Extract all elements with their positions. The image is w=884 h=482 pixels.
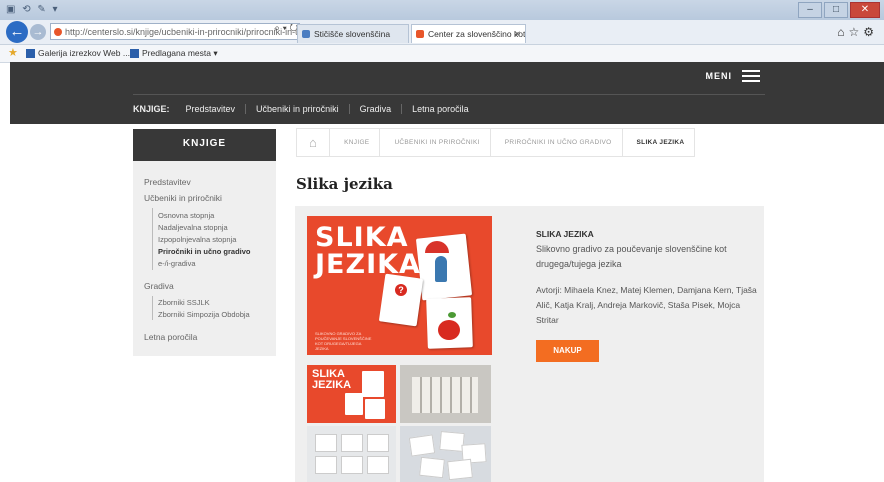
mini-card — [367, 434, 389, 452]
sidebar: Predstavitev Učbeniki in priročniki Osno… — [133, 161, 276, 356]
favorites-star-icon[interactable]: ★ — [8, 45, 18, 62]
sidebar-subitem-zborniki-obdobja[interactable]: Zborniki Simpozija Obdobja — [158, 310, 250, 319]
subnav-item-letna-porocila[interactable]: Letna poročila — [402, 104, 479, 114]
thumb-title-line: JEZIKA — [312, 379, 352, 391]
mini-card — [341, 456, 363, 474]
favorite-icon — [26, 49, 35, 59]
apple-illustration — [438, 320, 460, 340]
thumbnail-cover[interactable]: SLIKA JEZIKA — [307, 365, 396, 423]
mini-card — [367, 456, 389, 474]
navigation-bar: ← → http://centerslo.si/knjige/ucbeniki-… — [0, 20, 884, 45]
favorite-link[interactable]: Galerija izrezkov Web ... ▾ — [26, 45, 137, 62]
mini-card — [408, 434, 436, 457]
close-window-icon[interactable]: ✕ — [850, 2, 880, 18]
breadcrumb-item[interactable]: KNJIGE — [329, 128, 380, 157]
favorite-icon — [130, 49, 139, 59]
page-title: Slika jezika — [296, 175, 393, 193]
thumb-card — [362, 371, 384, 397]
mini-card — [315, 456, 337, 474]
book-cover-image[interactable]: SLIKA JEZIKA ? SLIKOVNO GRADIVO ZA POUČEV… — [307, 216, 492, 355]
maximize-icon[interactable]: □ — [824, 2, 848, 18]
tab-sticisce[interactable]: Stičišče slovenščina — [297, 24, 409, 43]
window-controls: – □ ✕ — [798, 2, 880, 18]
breadcrumb: ⌂ KNJIGE UČBENIKI IN PRIROČNIKI PRIROČNI… — [296, 128, 696, 157]
forward-button[interactable]: → — [30, 24, 46, 40]
person-illustration — [435, 256, 447, 282]
sidebar-title: KNJIGE — [133, 129, 276, 168]
subnav-item-ucbeniki[interactable]: Učbeniki in priročniki — [246, 104, 350, 114]
minimize-icon[interactable]: – — [798, 2, 822, 18]
sidebar-tree-line — [152, 208, 153, 270]
menu-label: MENI — [705, 71, 732, 81]
mini-card — [341, 434, 363, 452]
breadcrumb-item[interactable]: PRIROČNIKI IN UČNO GRADIVO — [489, 128, 622, 157]
section-subnav: KNJIGE: Predstavitev Učbeniki in priročn… — [133, 104, 479, 114]
sidebar-item-ucbeniki[interactable]: Učbeniki in priročniki — [144, 193, 222, 203]
mini-card — [447, 458, 473, 481]
subnav-item-predstavitev[interactable]: Predstavitev — [176, 104, 247, 114]
search-refresh-icons[interactable]: ⌕ ▾ ↻ — [262, 23, 298, 34]
thumbnail-cards[interactable] — [307, 426, 396, 482]
breadcrumb-item[interactable]: UČBENIKI IN PRIROČNIKI — [379, 128, 490, 157]
favorite-label: Galerija izrezkov Web ... — [38, 48, 130, 58]
thumb-card — [365, 399, 385, 419]
toolbar-icons[interactable]: ⌂☆⚙ — [837, 25, 878, 39]
sidebar-subitem-e-gradiva[interactable]: e-/i-gradiva — [158, 259, 196, 268]
title-bar: ▣ ⟲ ✎ ▾ – □ ✕ — [0, 0, 884, 20]
tab-label: Center za slovenščino kot dr... — [428, 29, 526, 39]
tab-label: Stičišče slovenščina — [314, 29, 391, 39]
cover-title: SLIKA JEZIKA — [315, 224, 421, 278]
quick-access-icons: ▣ ⟲ ✎ ▾ — [6, 4, 60, 15]
site-favicon-icon — [54, 28, 62, 36]
sidebar-subitem-osnovna[interactable]: Osnovna stopnja — [158, 211, 214, 220]
sidebar-tree-line — [152, 296, 153, 320]
product-description: Slikovno gradivo za poučevanje slovenšči… — [536, 244, 727, 269]
home-icon[interactable]: ⌂ — [296, 128, 330, 157]
sidebar-item-letna-porocila[interactable]: Letna poročila — [144, 332, 197, 342]
subnav-label: KNJIGE: — [133, 104, 170, 114]
thumb-card — [345, 393, 363, 415]
browser-chrome: ▣ ⟲ ✎ ▾ – □ ✕ ← → http://centerslo.si/kn… — [0, 0, 884, 63]
subnav-item-gradiva[interactable]: Gradiva — [350, 104, 403, 114]
header-divider — [133, 94, 765, 95]
mini-card — [419, 456, 445, 479]
favorites-bar: ★ Galerija izrezkov Web ... ▾ Predlagana… — [0, 45, 884, 63]
menu-button[interactable]: MENI — [705, 70, 760, 82]
thumbnail-spread-cards[interactable] — [400, 426, 491, 482]
back-button[interactable]: ← — [6, 21, 28, 43]
sidebar-item-gradiva[interactable]: Gradiva — [144, 281, 174, 291]
product-authors: Avtorji: Mihaela Knez, Matej Klemen, Dam… — [536, 285, 757, 325]
cover-subtitle: SLIKOVNO GRADIVO ZA POUČEVANJE SLOVENŠČI… — [315, 331, 372, 351]
buy-button[interactable]: NAKUP — [536, 340, 599, 362]
breadcrumb-current: SLIKA JEZIKA — [621, 128, 696, 157]
thumbnail-box[interactable] — [400, 365, 491, 423]
sidebar-subitem-prirocniki[interactable]: Priročniki in učno gradivo — [158, 247, 251, 256]
leaf-illustration — [448, 312, 456, 318]
sidebar-subitem-zborniki-ssjlk[interactable]: Zborniki SSJLK — [158, 298, 210, 307]
illustration-card — [378, 273, 424, 327]
mini-card — [315, 434, 337, 452]
sidebar-subitem-izpopolnjevalna[interactable]: Izpopolnjevalna stopnja — [158, 235, 236, 244]
sidebar-item-predstavitev[interactable]: Predstavitev — [144, 177, 191, 187]
hamburger-icon — [742, 70, 760, 82]
tab-favicon-icon — [302, 30, 310, 38]
tab-center[interactable]: Center za slovenščino kot dr... ✕ — [411, 24, 526, 43]
tab-favicon-icon — [416, 30, 424, 38]
site-header: MENI — [10, 62, 884, 124]
product-name: SLIKA JEZIKA — [536, 229, 594, 239]
thumb-title: SLIKA JEZIKA — [312, 369, 351, 391]
tab-close-icon[interactable]: ✕ — [514, 25, 521, 43]
favorite-label: Predlagana mesta — [142, 48, 211, 58]
sidebar-subitem-nadaljevalna[interactable]: Nadaljevalna stopnja — [158, 223, 228, 232]
card-box-illustration — [412, 377, 478, 413]
question-mark-icon: ? — [395, 284, 407, 296]
favorite-link[interactable]: Predlagana mesta ▾ — [130, 45, 218, 62]
